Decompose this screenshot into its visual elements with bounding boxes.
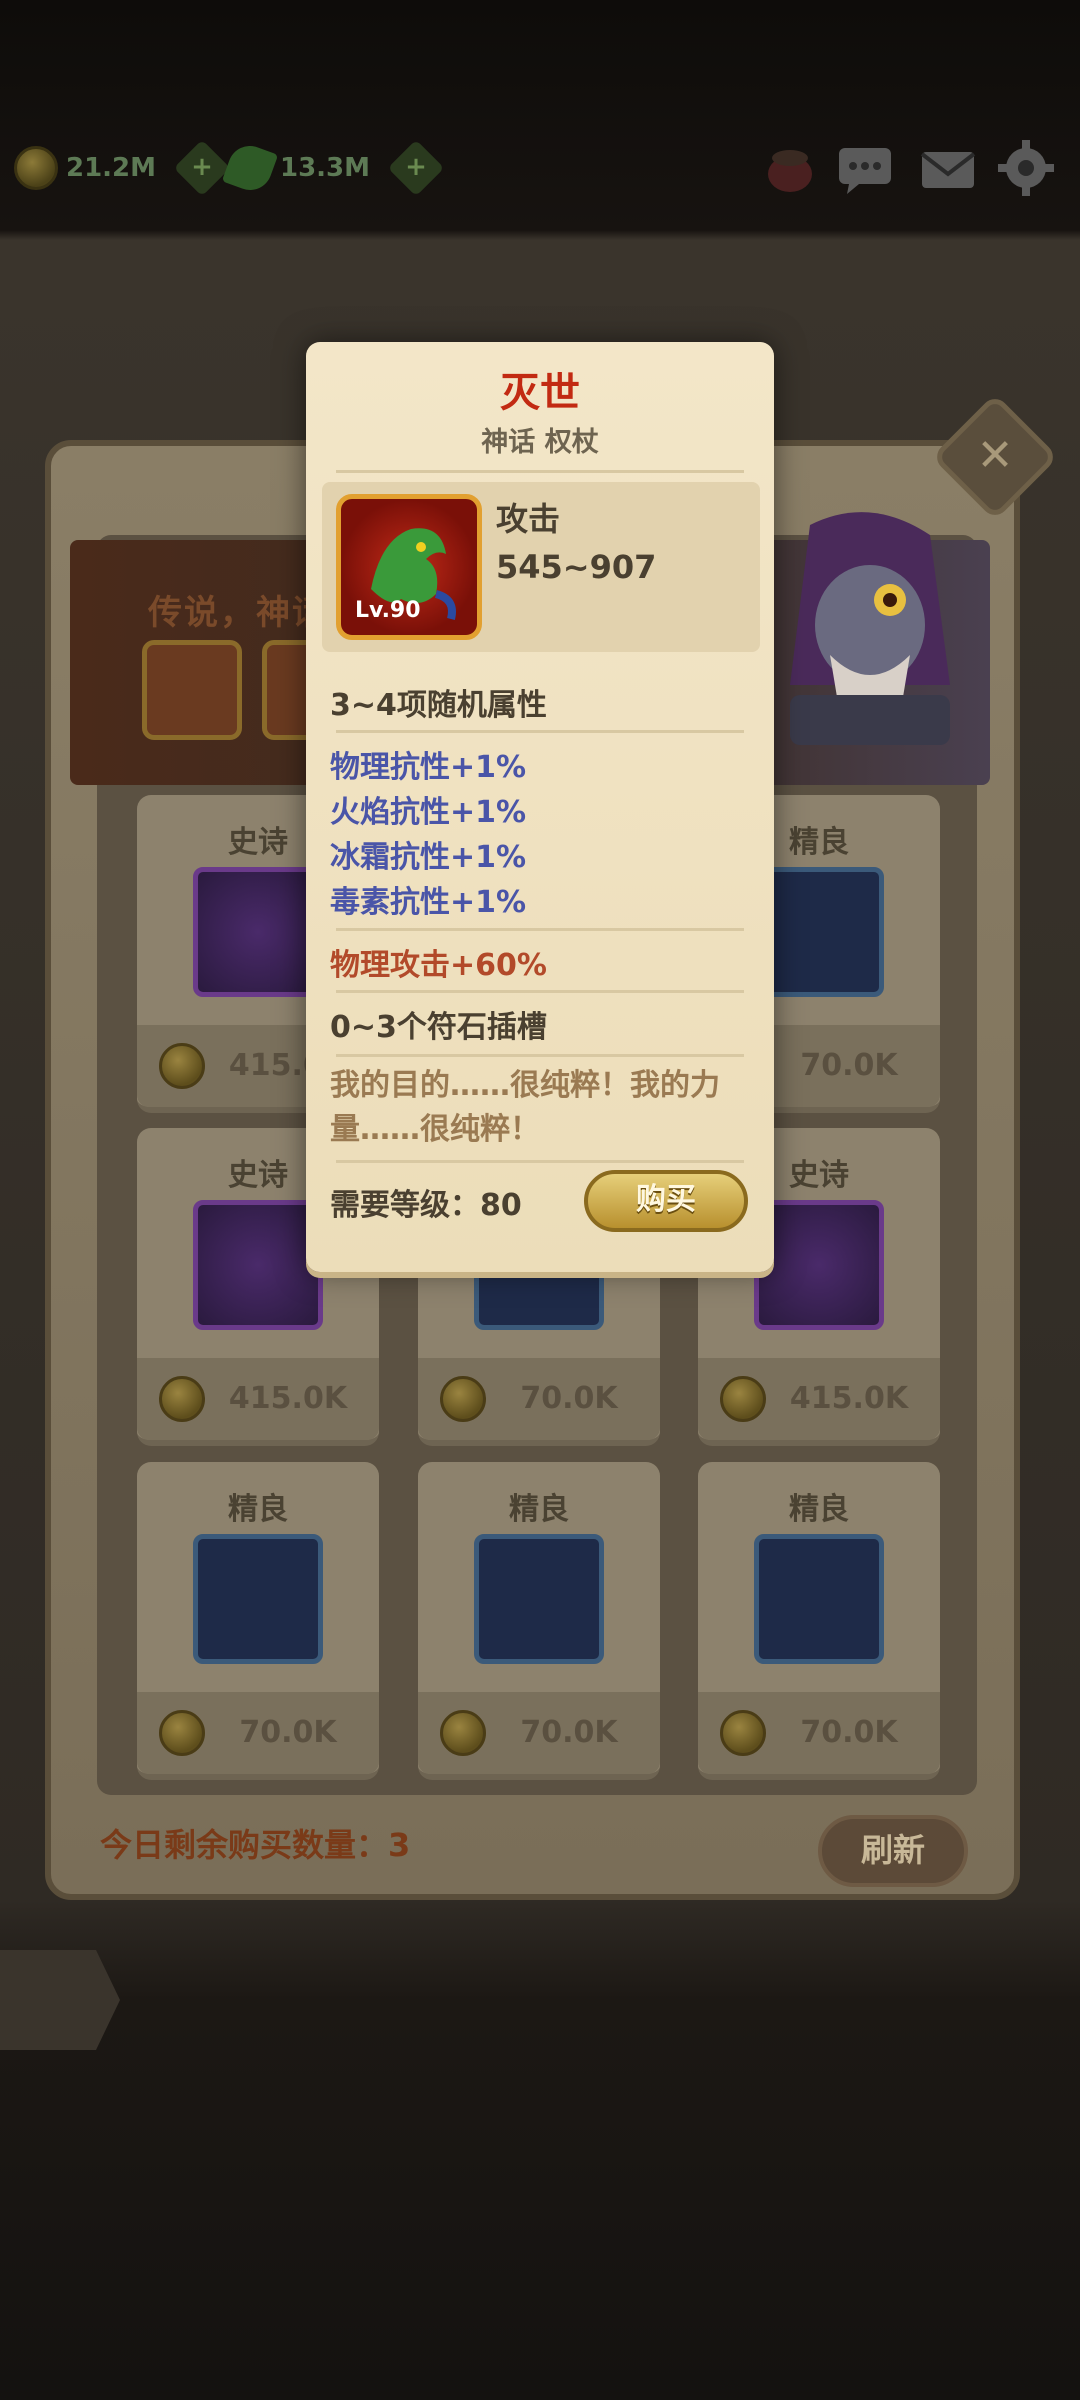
divider xyxy=(336,990,744,993)
herb-amount: 13.3M xyxy=(280,153,371,183)
item-price: 70.0K xyxy=(520,1715,618,1750)
random-attr-1: 物理抗性+1% xyxy=(330,750,527,785)
tome-icon xyxy=(193,1534,323,1664)
item-price: 415.0K xyxy=(789,1381,909,1416)
gold-coin-icon xyxy=(159,1376,205,1422)
item-price: 70.0K xyxy=(239,1715,337,1750)
back-arrow-icon[interactable] xyxy=(0,1950,120,2050)
fixed-attr: 物理攻击+60% xyxy=(330,948,547,983)
item-summary: Lv.90 攻击 545~907 xyxy=(322,482,760,652)
random-attr-4: 毒素抗性+1% xyxy=(330,885,527,920)
item-price: 70.0K xyxy=(520,1381,618,1416)
empty-item-icon xyxy=(754,1534,884,1664)
item-rarity: 精良 xyxy=(509,1492,569,1527)
divider xyxy=(336,470,744,473)
daily-remaining-text: 今日剩余购买数量：3 xyxy=(100,1826,411,1864)
mask-icon xyxy=(474,1534,604,1664)
gold-coin-icon xyxy=(720,1710,766,1756)
gold-coin-icon xyxy=(440,1376,486,1422)
item-tooltip: 灭世 神话 权杖 Lv.90 攻击 545~907 3~4项随机属性 物理抗性+… xyxy=(306,342,774,1272)
banner-text: 传说，神话 xyxy=(148,593,328,633)
gold-coin-icon xyxy=(159,1710,205,1756)
bag-icon[interactable] xyxy=(760,138,820,198)
rune-slots: 0~3个符石插槽 xyxy=(330,1010,547,1045)
item-price: 415.0K xyxy=(228,1381,348,1416)
herb-resource: 13.3M xyxy=(221,139,445,197)
item-price: 70.0K xyxy=(800,1715,898,1750)
refresh-button[interactable]: 刷新 xyxy=(818,1815,968,1887)
herb-leaf-icon xyxy=(221,139,279,197)
item-rarity: 精良 xyxy=(228,1492,288,1527)
dagger-icon xyxy=(193,1200,323,1330)
divider xyxy=(336,1054,744,1057)
item-subtitle: 神话 权杖 xyxy=(481,427,599,458)
gold-resource: 21.2M xyxy=(14,139,231,197)
item-name: 灭世 xyxy=(500,370,580,416)
gold-amount: 21.2M xyxy=(66,153,157,183)
lore-line-1: 我的目的……很纯粹！我的力 xyxy=(330,1068,720,1103)
shop-item-card-9[interactable]: 精良 70.0K xyxy=(698,1462,940,1780)
shop-item-card-7[interactable]: 精良 70.0K xyxy=(137,1462,379,1780)
shop-screen: { "hud": { "gold": "21.2M", "herb": "13.… xyxy=(0,0,1080,2400)
buy-button[interactable]: 购买 xyxy=(584,1170,748,1232)
divider xyxy=(336,730,744,733)
add-herb-icon[interactable] xyxy=(387,139,445,197)
required-level: 需要等级：80 xyxy=(330,1188,522,1223)
gold-coin-icon xyxy=(159,1043,205,1089)
merchant-npc-icon xyxy=(790,512,950,745)
divider xyxy=(336,1160,744,1163)
divider xyxy=(336,928,744,931)
top-hud: 21.2M 13.3M xyxy=(0,130,1080,210)
chat-icon[interactable] xyxy=(835,138,895,198)
random-attr-3: 冰霜抗性+1% xyxy=(330,840,527,875)
item-level-badge: Lv.90 xyxy=(355,598,421,623)
random-attr-header: 3~4项随机属性 xyxy=(330,688,547,723)
stat-value: 545~907 xyxy=(496,548,657,586)
gold-coin-icon xyxy=(14,146,58,190)
add-gold-icon[interactable] xyxy=(173,139,231,197)
settings-gear-icon[interactable] xyxy=(996,138,1056,198)
item-price: 70.0K xyxy=(800,1048,898,1083)
shop-item-card-8[interactable]: 精良 70.0K xyxy=(418,1462,660,1780)
dragon-scepter-icon: Lv.90 xyxy=(336,494,482,640)
sword-icon xyxy=(193,867,323,997)
random-attr-2: 火焰抗性+1% xyxy=(330,795,527,830)
gold-coin-icon xyxy=(720,1376,766,1422)
banner-item-scepter-icon xyxy=(142,640,242,740)
lore-line-2: 量……很纯粹！ xyxy=(330,1112,540,1147)
gold-coin-icon xyxy=(440,1710,486,1756)
item-rarity: 精良 xyxy=(789,1492,849,1527)
mail-icon[interactable] xyxy=(918,138,978,198)
stat-label: 攻击 xyxy=(496,500,561,538)
close-button[interactable]: ✕ xyxy=(950,412,1040,502)
